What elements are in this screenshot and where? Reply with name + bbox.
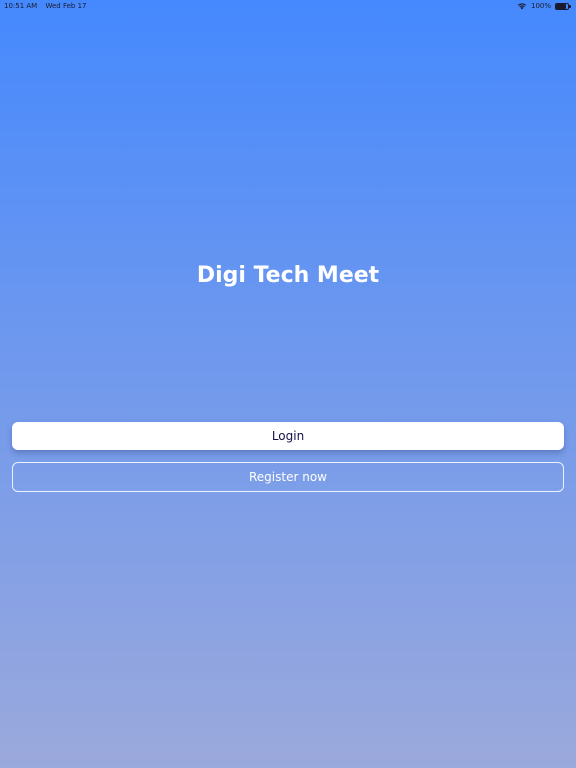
status-date: Wed Feb 17 bbox=[45, 2, 87, 10]
status-bar: 10:51 AM Wed Feb 17 100% bbox=[0, 0, 576, 12]
login-button[interactable]: Login bbox=[12, 422, 564, 450]
battery-percentage: 100% bbox=[530, 2, 551, 10]
status-time: 10:51 AM bbox=[4, 2, 38, 10]
status-left: 10:51 AM Wed Feb 17 bbox=[4, 0, 86, 12]
wifi-icon bbox=[517, 3, 527, 10]
battery-icon bbox=[555, 2, 572, 10]
app-title: Digi Tech Meet bbox=[196, 263, 380, 288]
status-right: 100% bbox=[517, 0, 572, 12]
register-button[interactable]: Register now bbox=[12, 462, 564, 492]
